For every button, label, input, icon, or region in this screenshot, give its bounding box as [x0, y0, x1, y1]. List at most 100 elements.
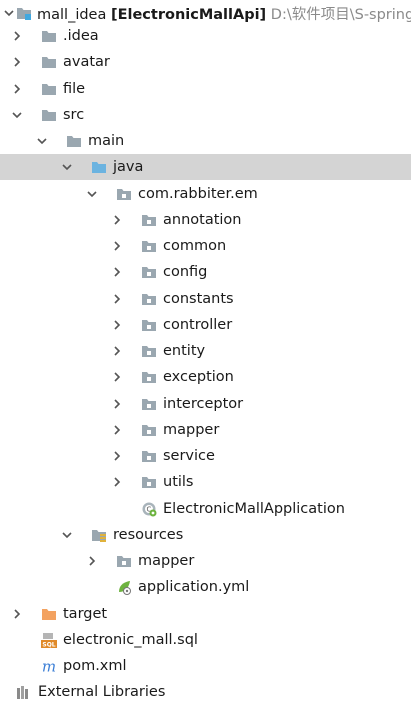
tree-item-label: electronic_mall.sql	[63, 632, 198, 648]
tree-item-label: main	[88, 133, 125, 149]
tree-item-idea[interactable]: .idea	[0, 23, 411, 49]
tree-item-label: External Libraries	[38, 684, 166, 700]
tree-item-label: resources	[113, 527, 184, 543]
chevron-right-icon[interactable]	[110, 397, 124, 411]
resources-folder-icon	[91, 527, 107, 543]
package-icon	[141, 369, 157, 385]
tree-item-utils[interactable]: utils	[0, 469, 411, 495]
package-icon	[141, 212, 157, 228]
sql-file-icon: SQL	[41, 632, 57, 648]
tree-item-service[interactable]: service	[0, 443, 411, 469]
tree-item-label: mapper	[163, 422, 220, 438]
tree-item-label: target	[63, 606, 108, 622]
svg-text:SQL: SQL	[42, 642, 55, 649]
chevron-right-icon[interactable]	[10, 607, 24, 621]
package-icon	[141, 474, 157, 490]
tree-item-label: utils	[163, 474, 194, 490]
tree-item-avatar[interactable]: avatar	[0, 49, 411, 75]
chevron-right-icon[interactable]	[110, 370, 124, 384]
tree-item-label: constants	[163, 291, 234, 307]
chevron-right-icon[interactable]	[110, 449, 124, 463]
package-icon	[141, 343, 157, 359]
tree-item-label: pom.xml	[63, 658, 127, 674]
chevron-right-icon[interactable]	[110, 292, 124, 306]
tree-item-label: entity	[163, 343, 206, 359]
tree-item-label: service	[163, 448, 215, 464]
chevron-right-icon[interactable]	[110, 265, 124, 279]
chevron-down-icon[interactable]	[85, 187, 99, 201]
tree-item-label: .idea	[63, 28, 99, 44]
package-icon	[141, 396, 157, 412]
spring-boot-class-icon: C	[141, 501, 157, 517]
tree-item-label: file	[63, 81, 86, 97]
chevron-right-icon[interactable]	[10, 82, 24, 96]
tree-item-java[interactable]: java	[0, 154, 411, 180]
excluded-folder-icon	[41, 606, 57, 622]
tree-item-mapper[interactable]: mapper	[0, 417, 411, 443]
tree-item-label: avatar	[63, 54, 110, 70]
package-icon	[141, 448, 157, 464]
chevron-down-icon[interactable]	[60, 528, 74, 542]
tree-item-application-yml[interactable]: application.yml	[0, 574, 411, 600]
tree-item-label: application.yml	[138, 579, 250, 595]
package-icon	[141, 317, 157, 333]
project-tree: mall_idea [ElectronicMallApi] D:\软件项目\S-…	[0, 0, 411, 700]
chevron-down-icon[interactable]	[2, 6, 16, 20]
tree-item-external-libraries[interactable]: External Libraries	[0, 679, 411, 705]
tree-item-label: common	[163, 238, 227, 254]
package-icon	[141, 291, 157, 307]
package-icon	[116, 553, 132, 569]
folder-icon	[41, 107, 57, 123]
tree-item-resources[interactable]: resources	[0, 522, 411, 548]
module-folder-icon	[16, 5, 32, 21]
tree-item-target[interactable]: target	[0, 601, 411, 627]
chevron-right-icon[interactable]	[10, 29, 24, 43]
chevron-right-icon[interactable]	[10, 55, 24, 69]
tree-item-label: exception	[163, 369, 234, 385]
chevron-right-icon[interactable]	[110, 344, 124, 358]
tree-item-config[interactable]: config	[0, 259, 411, 285]
project-name: mall_idea	[37, 6, 107, 23]
chevron-right-icon[interactable]	[110, 239, 124, 253]
tree-item-entity[interactable]: entity	[0, 338, 411, 364]
chevron-right-icon[interactable]	[110, 213, 124, 227]
tree-item-file[interactable]: file	[0, 76, 411, 102]
chevron-right-icon[interactable]	[110, 318, 124, 332]
tree-item-constants[interactable]: constants	[0, 286, 411, 312]
chevron-right-icon[interactable]	[110, 423, 124, 437]
tree-item-label: interceptor	[163, 396, 244, 412]
tree-item-interceptor[interactable]: interceptor	[0, 391, 411, 417]
tree-item-label: ElectronicMallApplication	[163, 501, 345, 517]
tree-item-main[interactable]: main	[0, 128, 411, 154]
svg-text:m: m	[42, 658, 56, 674]
chevron-down-icon[interactable]	[10, 108, 24, 122]
package-icon	[116, 186, 132, 202]
libraries-icon	[16, 684, 32, 700]
package-icon	[141, 264, 157, 280]
tree-item-annotation[interactable]: annotation	[0, 207, 411, 233]
chevron-down-icon[interactable]	[35, 134, 49, 148]
project-path: D:\软件项目\S-springb	[270, 6, 411, 23]
package-icon	[141, 238, 157, 254]
tree-item-electronic-mall-sql[interactable]: SQL electronic_mall.sql	[0, 627, 411, 653]
tree-item-src[interactable]: src	[0, 102, 411, 128]
tree-item-pom-xml[interactable]: m pom.xml	[0, 653, 411, 679]
tree-item-exception[interactable]: exception	[0, 364, 411, 390]
tree-item-com-rabbiter-em[interactable]: com.rabbiter.em	[0, 181, 411, 207]
folder-icon	[41, 54, 57, 70]
tree-item-label: java	[113, 159, 144, 175]
chevron-down-icon[interactable]	[60, 160, 74, 174]
tree-item-mapper[interactable]: mapper	[0, 548, 411, 574]
chevron-right-icon[interactable]	[85, 554, 99, 568]
folder-icon	[66, 133, 82, 149]
chevron-right-icon[interactable]	[110, 475, 124, 489]
tree-item-label: controller	[163, 317, 233, 333]
tree-item-label: com.rabbiter.em	[138, 186, 258, 202]
tree-item-controller[interactable]: controller	[0, 312, 411, 338]
spring-config-icon	[116, 579, 132, 595]
maven-icon: m	[41, 658, 57, 674]
tree-item-label: annotation	[163, 212, 242, 228]
project-label: mall_idea [ElectronicMallApi] D:\软件项目\S-…	[37, 3, 411, 24]
tree-item-electronicmallapplication[interactable]: C ElectronicMallApplication	[0, 496, 411, 522]
tree-item-common[interactable]: common	[0, 233, 411, 259]
